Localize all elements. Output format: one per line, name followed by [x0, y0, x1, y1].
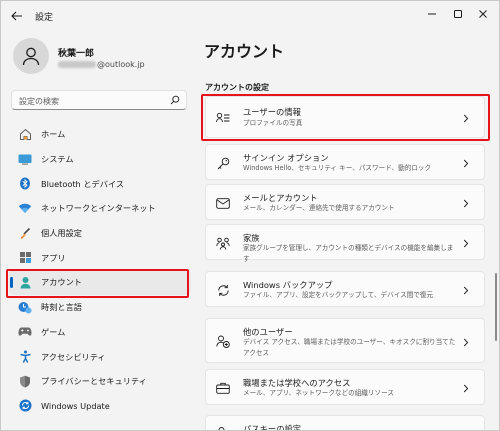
sidebar-item-label: ゲーム	[41, 326, 66, 337]
backup-icon	[216, 283, 230, 297]
minimize-button[interactable]	[423, 7, 441, 21]
personalization-icon	[18, 226, 32, 240]
sidebar-item-label: 時刻と言語	[41, 302, 82, 313]
scrollbar[interactable]	[495, 273, 497, 341]
sidebar-item-label: ネットワークとインターネット	[41, 203, 156, 214]
sidebar-item-gaming[interactable]: ゲーム	[9, 320, 191, 345]
chevron-right-icon	[462, 383, 470, 393]
mail-icon	[216, 196, 230, 210]
sidebar-item-home[interactable]: ホーム	[9, 122, 191, 147]
chevron-right-icon	[462, 285, 470, 295]
page-title: アカウント	[204, 42, 285, 61]
card-family[interactable]: 家族 家族グループを管理し、アカウントの種類とデバイスの機能を編集します	[205, 224, 485, 263]
user-email: @outlook.jp	[58, 60, 145, 69]
sidebar-item-label: アプリ	[41, 252, 66, 263]
close-icon	[479, 10, 487, 18]
sidebar-item-label: Windows Update	[41, 400, 110, 411]
apps-icon	[18, 251, 32, 265]
card-work-school-access[interactable]: 職場または学校へのアクセス メール、アプリ、ネットワークなどの組織リソース	[205, 369, 485, 405]
sidebar-item-accessibility[interactable]: アクセシビリティ	[9, 344, 191, 369]
card-mail-accounts[interactable]: メールとアカウント メール、カレンダー、連絡先で使用するアカウント	[205, 184, 485, 220]
passkey-icon	[216, 425, 230, 430]
title-bar: 設定	[1, 1, 499, 31]
window-title: 設定	[35, 13, 54, 23]
card-other-users[interactable]: 他のユーザー デバイス アクセス、職場または学校のユーザー、キオスクに割り当てた…	[205, 318, 485, 363]
sidebar-item-apps[interactable]: アプリ	[9, 245, 191, 270]
card-passkey-settings[interactable]: パスキーの設定	[205, 415, 485, 431]
home-icon	[18, 127, 32, 141]
other-users-icon	[216, 334, 230, 348]
card-windows-backup[interactable]: Windows バックアップ ファイル、アプリ、設定をバックアップして、デバイス…	[205, 271, 485, 307]
close-button[interactable]	[474, 7, 492, 21]
sidebar-item-personalization[interactable]: 個人用設定	[9, 221, 191, 246]
time-language-icon	[18, 300, 32, 314]
sidebar-item-label: Bluetooth とデバイス	[41, 178, 125, 189]
section-title: アカウントの設定	[205, 83, 269, 92]
sidebar-item-windows-update[interactable]: Windows Update	[9, 394, 191, 419]
email-suffix: @outlook.jp	[97, 60, 145, 69]
search-icon	[170, 95, 180, 105]
card-subtitle: Windows Hello、セキュリティ キー、パスワード、動的ロック	[243, 164, 432, 172]
email-redaction	[58, 61, 96, 68]
privacy-icon	[18, 374, 32, 388]
card-subtitle: メール、カレンダー、連絡先で使用するアカウント	[243, 204, 395, 212]
card-subtitle: 家族グループを管理し、アカウントの種類とデバイスの機能を編集します	[243, 244, 454, 263]
card-subtitle: メール、アプリ、ネットワークなどの組織リソース	[243, 389, 394, 397]
chevron-right-icon	[462, 198, 470, 208]
sidebar-item-system[interactable]: システム	[9, 147, 191, 172]
avatar[interactable]	[13, 38, 49, 74]
search-placeholder: 設定の検索	[19, 97, 59, 106]
sidebar-item-time-language[interactable]: 時刻と言語	[9, 295, 191, 320]
sidebar-item-label: アクセシビリティ	[41, 351, 106, 362]
sidebar-item-label: プライバシーとセキュリティ	[41, 376, 147, 387]
sidebar-item-bluetooth[interactable]: Bluetooth とデバイス	[9, 171, 191, 196]
chevron-right-icon	[462, 158, 470, 168]
sidebar-item-network[interactable]: ネットワークとインターネット	[9, 196, 191, 221]
back-button[interactable]	[9, 9, 25, 23]
sidebar-item-privacy[interactable]: プライバシーとセキュリティ	[9, 369, 191, 394]
card-title: パスキーの設定	[243, 424, 302, 431]
minimize-icon	[428, 13, 436, 15]
accessibility-icon	[18, 350, 32, 364]
back-arrow-icon	[11, 11, 22, 21]
maximize-icon	[454, 10, 462, 18]
highlight-box-user-info	[201, 94, 490, 141]
system-icon	[18, 152, 32, 166]
family-icon	[216, 236, 230, 250]
maximize-button[interactable]	[449, 7, 467, 21]
chevron-right-icon	[462, 238, 470, 248]
highlight-box-accounts	[6, 269, 189, 298]
search-input[interactable]: 設定の検索	[11, 90, 187, 110]
work-access-icon	[216, 381, 230, 395]
user-name: 秋葉一郎	[58, 49, 95, 59]
card-subtitle: ファイル、アプリ、設定をバックアップして、デバイス間で復元	[243, 291, 434, 299]
sidebar-item-label: 個人用設定	[41, 228, 82, 239]
settings-window: 設定 秋葉一郎 @outlook.jp 設定の検索 ホーム システム Bluet…	[0, 0, 500, 431]
bluetooth-icon	[18, 177, 32, 191]
windows-update-icon	[18, 399, 32, 413]
person-icon	[22, 47, 40, 66]
gaming-icon	[18, 325, 32, 339]
card-sign-in-options[interactable]: サインイン オプション Windows Hello、セキュリティ キー、パスワー…	[205, 144, 485, 180]
chevron-right-icon	[462, 337, 470, 347]
key-icon	[216, 156, 230, 170]
sidebar-item-label: ホーム	[41, 129, 66, 140]
network-icon	[18, 201, 32, 215]
card-subtitle: デバイス アクセス、職場または学校のユーザー、キオスクに割り当てたアクセス	[243, 338, 456, 357]
sidebar-item-label: システム	[41, 154, 74, 165]
